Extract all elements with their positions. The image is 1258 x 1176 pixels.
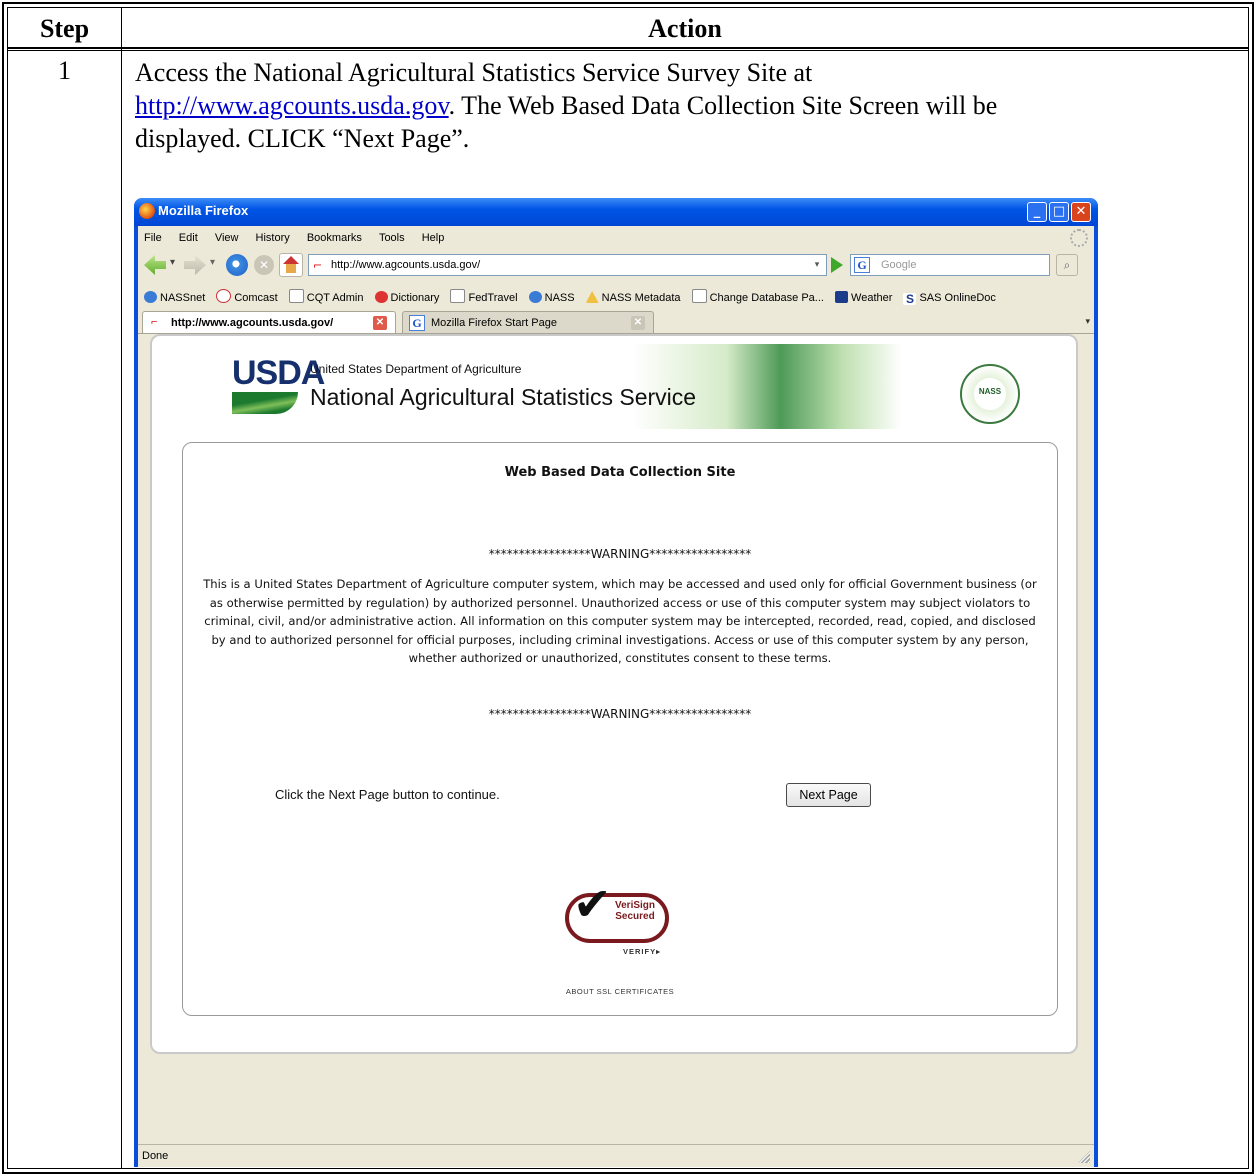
content-panel: Web Based Data Collection Site *********… bbox=[182, 442, 1058, 1016]
bookmark-change-database[interactable]: Change Database Pa... bbox=[691, 289, 824, 304]
tab-label: http://www.agcounts.usda.gov/ bbox=[171, 317, 334, 329]
home-icon[interactable] bbox=[279, 253, 303, 277]
next-page-button[interactable]: Next Page bbox=[786, 783, 871, 807]
reload-icon[interactable] bbox=[226, 254, 248, 276]
search-placeholder: Google bbox=[881, 259, 917, 271]
status-text: Done bbox=[142, 1150, 169, 1162]
close-window-button[interactable]: ✕ bbox=[1071, 202, 1091, 222]
status-bar: Done bbox=[138, 1144, 1094, 1167]
maximize-button[interactable]: □ bbox=[1049, 202, 1069, 222]
menu-tools[interactable]: Tools bbox=[379, 232, 405, 244]
throbber-icon bbox=[1070, 229, 1088, 247]
navigation-toolbar: ▾ ▾ ✕ ⌐ http://www.agcounts.usda.gov/ ▾ … bbox=[138, 251, 1094, 281]
firefox-logo-icon bbox=[139, 203, 155, 219]
menu-bookmarks[interactable]: Bookmarks bbox=[307, 232, 362, 244]
menu-file[interactable]: File bbox=[144, 232, 162, 244]
stop-icon[interactable]: ✕ bbox=[254, 255, 274, 275]
url-text[interactable]: http://www.agcounts.usda.gov/ bbox=[331, 259, 480, 271]
seal-center-text: NASS bbox=[978, 387, 1002, 396]
minimize-button[interactable]: _ bbox=[1027, 202, 1047, 222]
bookmark-nassnet[interactable]: NASSnet bbox=[144, 291, 205, 304]
tab-close-icon[interactable]: ✕ bbox=[631, 316, 645, 330]
page-frame: USDA United States Department of Agricul… bbox=[150, 334, 1078, 1054]
menu-view[interactable]: View bbox=[215, 232, 239, 244]
bookmark-cqt-admin[interactable]: CQT Admin bbox=[288, 289, 363, 304]
warning-banner-bottom: *****************WARNING****************… bbox=[488, 707, 752, 721]
agcounts-link[interactable]: http://www.agcounts.usda.gov bbox=[135, 91, 449, 120]
verisign-seal[interactable]: ✔ VeriSign Secured VERIFY▸ bbox=[561, 875, 681, 965]
warning-banner-top: *****************WARNING****************… bbox=[488, 547, 752, 561]
window-title: Mozilla Firefox bbox=[158, 203, 249, 218]
search-input[interactable]: G Google bbox=[850, 254, 1050, 276]
bookmark-sas-onlinedoc[interactable]: S SAS OnlineDoc bbox=[903, 292, 996, 305]
url-bar[interactable]: ⌐ http://www.agcounts.usda.gov/ ▾ bbox=[308, 254, 827, 276]
instruction-line-2: . The Web Based Data Collection Site Scr… bbox=[448, 91, 998, 120]
resize-grip-icon[interactable] bbox=[1078, 1151, 1090, 1163]
agency-name: National Agricultural Statistics Service bbox=[310, 384, 697, 410]
department-name: United States Department of Agriculture bbox=[310, 362, 522, 376]
menu-edit[interactable]: Edit bbox=[179, 232, 198, 244]
site-favicon-icon: ⌐ bbox=[151, 316, 158, 328]
bookmarks-toolbar: NASSnet Comcast CQT Admin Dictionary Fed… bbox=[138, 285, 1094, 307]
forward-arrow-icon[interactable] bbox=[184, 255, 206, 275]
header-step: Step bbox=[39, 14, 90, 43]
bookmark-comcast[interactable]: Comcast bbox=[216, 289, 278, 304]
warning-text: This is a United States Department of Ag… bbox=[203, 577, 1037, 665]
menu-history[interactable]: History bbox=[256, 232, 290, 244]
search-magnifier-icon[interactable]: ⌕ bbox=[1056, 254, 1078, 276]
bookmark-nass[interactable]: NASS bbox=[528, 291, 575, 304]
header-divider bbox=[8, 47, 1248, 49]
header-divider-secondary bbox=[8, 50, 1248, 51]
firefox-window: Mozilla Firefox _ □ ✕ File Edit View His… bbox=[134, 198, 1098, 1167]
checkmark-icon: ✔ bbox=[573, 877, 612, 931]
forward-history-dropdown-icon[interactable]: ▾ bbox=[210, 257, 215, 268]
title-bar[interactable]: Mozilla Firefox _ □ ✕ bbox=[134, 198, 1098, 226]
verify-label: VERIFY▸ bbox=[623, 947, 661, 956]
google-favicon-icon: G bbox=[409, 315, 425, 331]
step-number: 1 bbox=[58, 56, 71, 85]
column-divider bbox=[121, 8, 122, 1168]
bookmark-fedtravel[interactable]: FedTravel bbox=[450, 289, 518, 304]
instruction-line-3: displayed. CLICK “Next Page”. bbox=[135, 124, 470, 153]
header-action: Action bbox=[648, 14, 722, 43]
menu-bar: File Edit View History Bookmarks Tools H… bbox=[138, 226, 1094, 250]
tab-agcounts[interactable]: ⌐ http://www.agcounts.usda.gov/ ✕ bbox=[142, 311, 396, 333]
tab-close-icon[interactable]: ✕ bbox=[373, 316, 387, 330]
bookmark-weather[interactable]: Weather bbox=[835, 291, 892, 304]
continue-instruction: Click the Next Page button to continue. bbox=[275, 787, 500, 802]
tab-label: Mozilla Firefox Start Page bbox=[431, 317, 557, 329]
bookmark-nass-metadata[interactable]: NASS Metadata bbox=[585, 291, 681, 304]
tab-list-dropdown-icon[interactable]: ▾ bbox=[1085, 317, 1090, 327]
tab-start-page[interactable]: G Mozilla Firefox Start Page ✕ bbox=[402, 311, 654, 333]
bookmark-dictionary[interactable]: Dictionary bbox=[374, 291, 439, 304]
nass-seal-logo: NASS bbox=[960, 364, 1020, 424]
page-title: Web Based Data Collection Site bbox=[504, 465, 736, 480]
verisign-label: VeriSign Secured bbox=[615, 900, 656, 922]
google-engine-icon[interactable]: G bbox=[854, 257, 870, 273]
url-dropdown-icon[interactable]: ▾ bbox=[810, 257, 824, 273]
tab-bar: ⌐ http://www.agcounts.usda.gov/ ✕ G Mozi… bbox=[138, 309, 1094, 334]
back-arrow-icon[interactable] bbox=[144, 255, 166, 275]
go-arrow-icon[interactable] bbox=[831, 257, 843, 273]
site-favicon-icon: ⌐ bbox=[313, 259, 323, 272]
usda-swoosh-icon bbox=[232, 392, 298, 414]
step-instruction: Access the National Agricultural Statist… bbox=[135, 56, 1225, 155]
menu-help[interactable]: Help bbox=[422, 232, 445, 244]
browser-body: File Edit View History Bookmarks Tools H… bbox=[138, 226, 1094, 1167]
ssl-certificates-link[interactable]: ABOUT SSL CERTIFICATES bbox=[183, 987, 1057, 996]
instruction-line-1: Access the National Agricultural Statist… bbox=[135, 58, 813, 87]
back-history-dropdown-icon[interactable]: ▾ bbox=[170, 257, 175, 268]
